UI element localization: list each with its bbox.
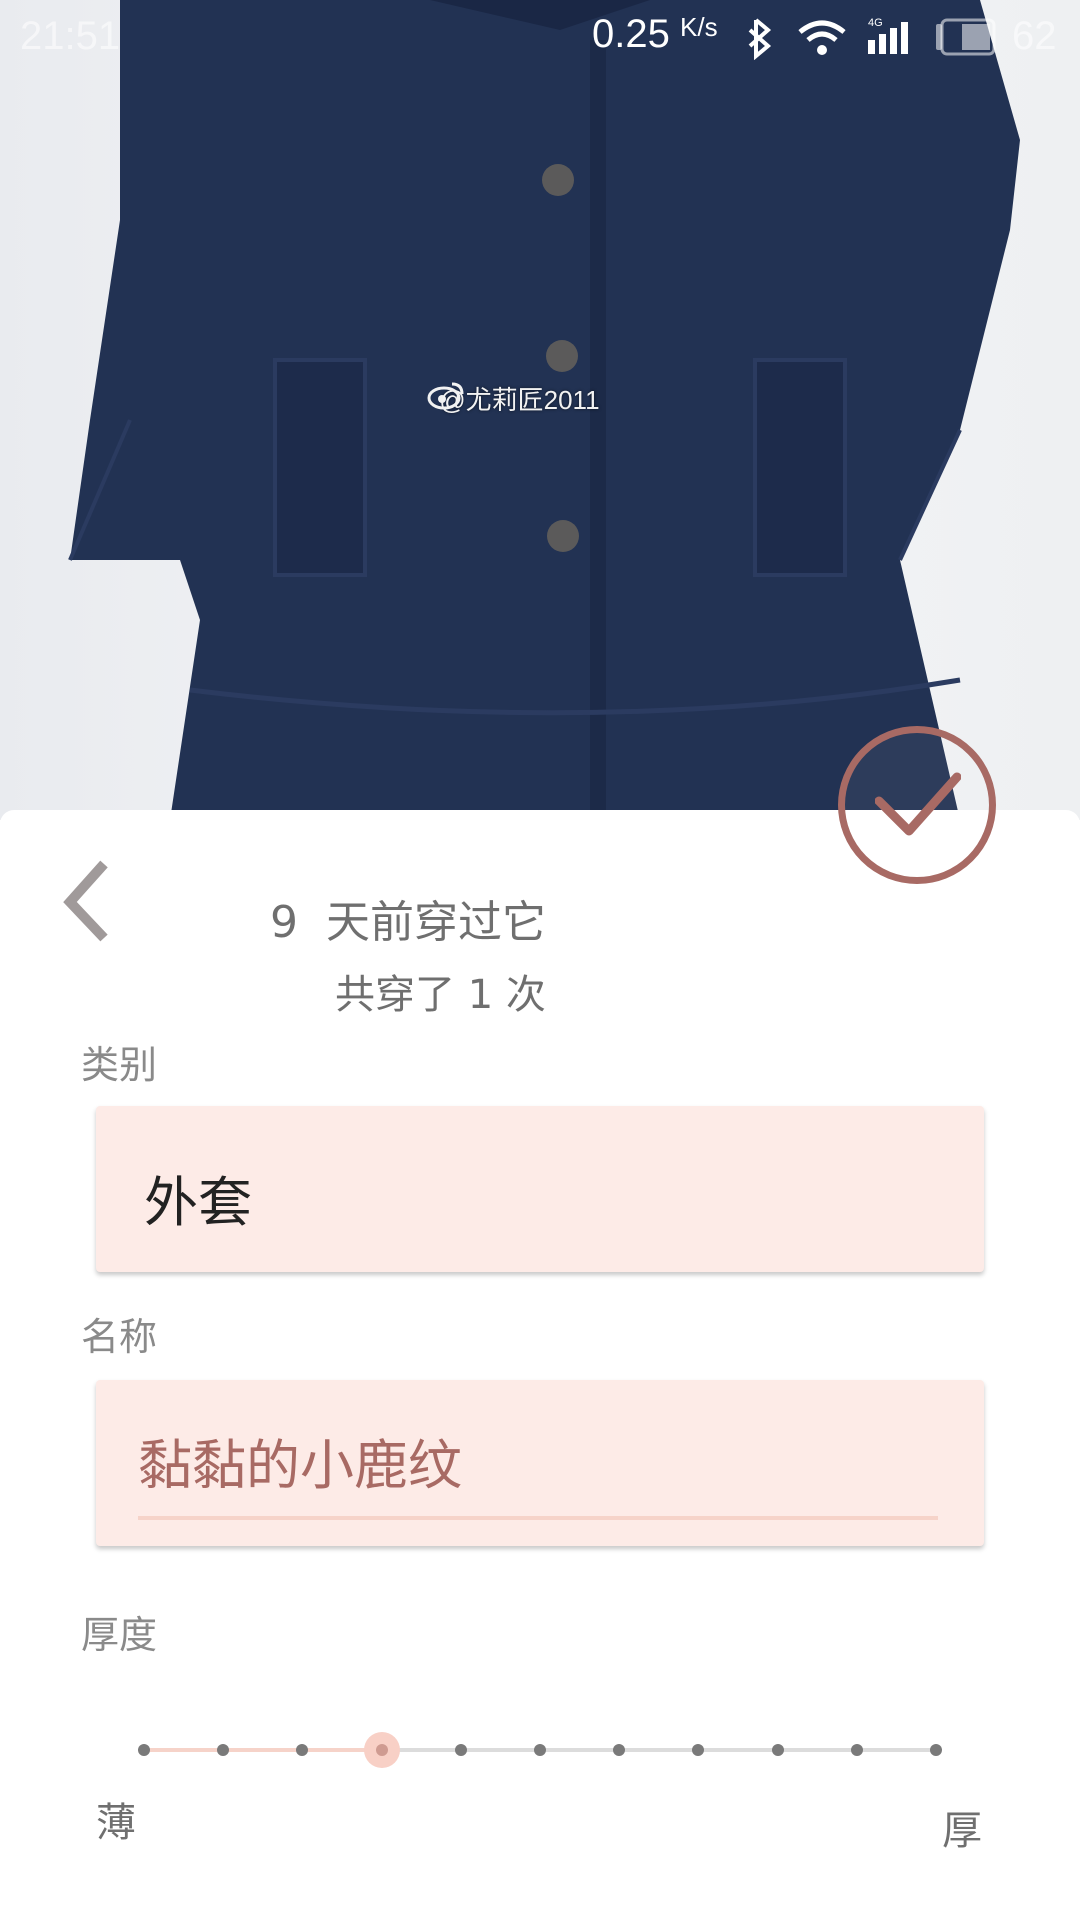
back-button[interactable] — [56, 856, 116, 946]
network-speed-unit: K/s — [680, 12, 718, 42]
slider-tick[interactable] — [771, 1744, 784, 1756]
slider-thumb[interactable] — [363, 1732, 400, 1768]
days-ago-number: 9 — [270, 897, 298, 948]
slider-tick[interactable] — [692, 1744, 705, 1756]
clothing-photo[interactable]: 21:51 0.25 K/s 4G 62 @尤莉匠2011 — [0, 0, 1080, 820]
last-worn-text: 9 天前穿过它 — [270, 886, 546, 950]
name-input[interactable] — [138, 1420, 938, 1500]
worn-count-text: 共穿了 1 次 — [335, 972, 546, 1018]
name-label: 名称 — [81, 1315, 158, 1359]
category-field[interactable]: 外套 — [96, 1106, 984, 1272]
battery-icon — [936, 18, 996, 56]
signal-icon: 4G — [868, 17, 908, 54]
check-icon — [875, 772, 961, 836]
network-type: 4G — [868, 17, 883, 29]
category-label: 类别 — [81, 1043, 158, 1087]
category-value: 外套 — [144, 1171, 252, 1234]
slider-tick[interactable] — [534, 1744, 546, 1756]
name-field[interactable] — [96, 1380, 984, 1546]
slider-tick[interactable] — [930, 1744, 942, 1756]
slider-fill — [144, 1748, 382, 1752]
slider-tick[interactable] — [850, 1744, 863, 1756]
network-speed: 0.25 — [592, 12, 670, 56]
name-input-underline — [138, 1516, 938, 1520]
slider-tick[interactable] — [296, 1744, 309, 1756]
thickness-max-label: 厚 — [942, 1808, 982, 1854]
thickness-slider[interactable] — [138, 1726, 942, 1774]
thickness-label: 厚度 — [81, 1613, 158, 1657]
thickness-min-label: 薄 — [96, 1800, 136, 1846]
slider-tick[interactable] — [613, 1744, 626, 1756]
battery-level: 62 — [1012, 14, 1057, 58]
confirm-button[interactable] — [838, 726, 996, 884]
status-bar: 21:51 0.25 K/s 4G 62 — [0, 0, 1080, 72]
bluetooth-icon — [748, 18, 772, 60]
slider-tick[interactable] — [217, 1744, 230, 1756]
days-ago-label: 天前穿过它 — [325, 897, 546, 948]
status-time: 21:51 — [20, 14, 121, 58]
wifi-icon — [798, 20, 846, 55]
photo-watermark: @尤莉匠2011 — [426, 380, 600, 417]
chevron-left-icon — [63, 860, 108, 942]
slider-tick[interactable] — [454, 1744, 467, 1756]
slider-tick[interactable] — [138, 1744, 150, 1756]
